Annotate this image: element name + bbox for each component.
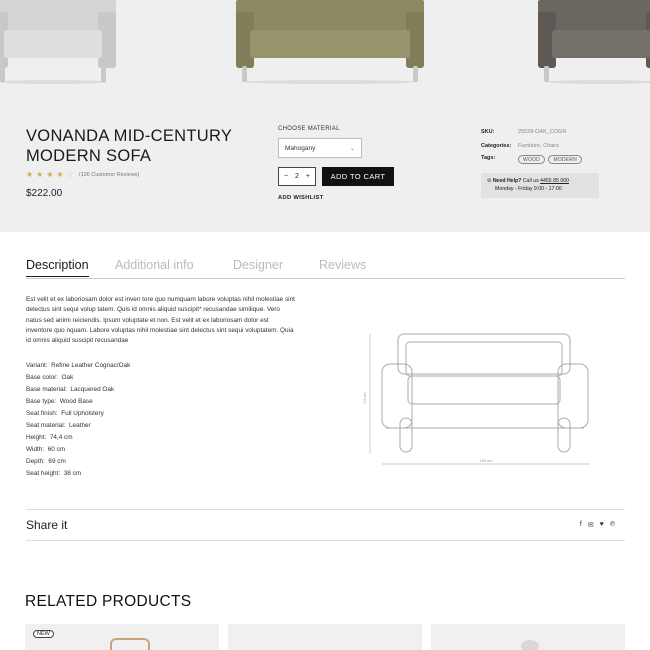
- spec-row: Variant: Refine Leather Cognac/Oak: [26, 362, 131, 369]
- new-badge: NEW: [33, 630, 54, 638]
- related-product-card[interactable]: [431, 624, 625, 650]
- product-hero: VONANDA MID-CENTURY MODERN SOFA ★ ★ ★ ★ …: [0, 0, 650, 232]
- spec-row: Depth: 69 cm: [26, 458, 66, 465]
- qty-minus-button[interactable]: −: [284, 173, 288, 180]
- star-icon: ★: [56, 170, 64, 179]
- width-dimension-label: 160 cm: [479, 458, 493, 463]
- share-label: Share it: [26, 518, 68, 532]
- sofa-image-left[interactable]: [0, 0, 116, 90]
- quantity-stepper[interactable]: − 2 +: [278, 167, 316, 186]
- material-label: CHOOSE MATERIAL: [278, 126, 340, 132]
- tags-label: Tags:: [481, 155, 496, 161]
- spec-row: Base color: Oak: [26, 374, 74, 381]
- product-title: VONANDA MID-CENTURY MODERN SOFA: [26, 127, 232, 165]
- star-icon: ★: [36, 170, 44, 179]
- sofa-image-center[interactable]: [236, 0, 424, 90]
- star-empty-icon: ☆: [66, 170, 74, 179]
- mail-icon[interactable]: ✉: [588, 521, 594, 529]
- qty-plus-button[interactable]: +: [306, 173, 310, 180]
- sofa-dimension-drawing: 74 cm 160 cm: [362, 333, 590, 465]
- related-product-card[interactable]: NEW: [25, 624, 219, 650]
- spec-row: Seat finish: Full Upholstery: [26, 410, 104, 417]
- rating[interactable]: ★ ★ ★ ★ ☆ (126 Customer Reviews): [26, 170, 139, 179]
- add-wishlist-link[interactable]: ADD WISHLIST: [278, 195, 323, 201]
- spec-row: Base type: Wood Base: [26, 398, 93, 405]
- help-hours: Monday - Friday 9:00 - 17:00: [495, 186, 562, 192]
- help-title: Need Help?: [492, 178, 522, 184]
- sku-row: SKU: 25528-OAK_COGN: [481, 129, 566, 135]
- tag-wood[interactable]: WOOD: [518, 155, 545, 164]
- height-dimension-label: 74 cm: [362, 392, 367, 404]
- categories-value[interactable]: Furniture, Chairs: [518, 143, 559, 149]
- product-image: [521, 640, 539, 650]
- help-icon: ⊘: [487, 178, 492, 184]
- spec-row: Width: 60 cm: [26, 446, 66, 453]
- help-phone-link[interactable]: 4455 85 000: [540, 178, 569, 184]
- add-to-cart-button[interactable]: ADD TO CART: [322, 167, 394, 186]
- related-product-card[interactable]: [228, 624, 422, 650]
- tab-additional-info[interactable]: Additional info: [115, 258, 194, 272]
- tab-reviews[interactable]: Reviews: [319, 258, 366, 272]
- share-bar: Share it f ✉ ♥ ℗: [26, 509, 625, 541]
- tab-designer[interactable]: Designer: [233, 258, 283, 272]
- sku-label: SKU:: [481, 129, 495, 135]
- tags-row: Tags: WOOD MODERN: [481, 155, 584, 164]
- facebook-icon[interactable]: f: [580, 521, 582, 529]
- review-count[interactable]: (126 Customer Reviews): [79, 172, 140, 178]
- sofa-image-right[interactable]: [538, 0, 650, 90]
- spec-list: Variant: Refine Leather Cognac/Oak Base …: [26, 360, 130, 480]
- description-text: Est velit et ex laboriosam dolor est inv…: [26, 296, 295, 345]
- spec-row: Height: 74,4 cm: [26, 434, 73, 441]
- pinterest-icon[interactable]: ℗: [610, 521, 615, 529]
- star-icon: ★: [26, 170, 34, 179]
- tag-modern[interactable]: MODERN: [548, 155, 582, 164]
- product-price: $222.00: [26, 188, 63, 199]
- qty-value[interactable]: 2: [295, 173, 299, 180]
- categories-label: Categories:: [481, 143, 512, 149]
- star-icon: ★: [46, 170, 54, 179]
- sku-value: 25528-OAK_COGN: [518, 129, 567, 135]
- spec-row: Seat height: 38 cm: [26, 470, 82, 477]
- spec-row: Base material: Lacquered Oak: [26, 386, 115, 393]
- twitter-icon[interactable]: ♥: [600, 521, 604, 529]
- material-select[interactable]: Mahogany ⌄: [278, 138, 362, 158]
- chevron-down-icon: ⌄: [349, 146, 355, 152]
- chair-image: [110, 638, 150, 650]
- related-products-heading: RELATED PRODUCTS: [25, 593, 192, 610]
- spec-row: Seat material: Leather: [26, 422, 91, 429]
- help-call: Call us: [522, 178, 539, 184]
- product-tabs: Description Additional info Designer Rev…: [26, 258, 625, 279]
- help-box: ⊘ Need Help? Call us 4455 85 000 Monday …: [481, 173, 599, 198]
- material-value: Mahogany: [285, 145, 316, 152]
- categories-row: Categories: Furniture, Chairs: [481, 143, 559, 149]
- tab-description[interactable]: Description: [26, 258, 89, 277]
- social-icons: f ✉ ♥ ℗: [580, 521, 615, 529]
